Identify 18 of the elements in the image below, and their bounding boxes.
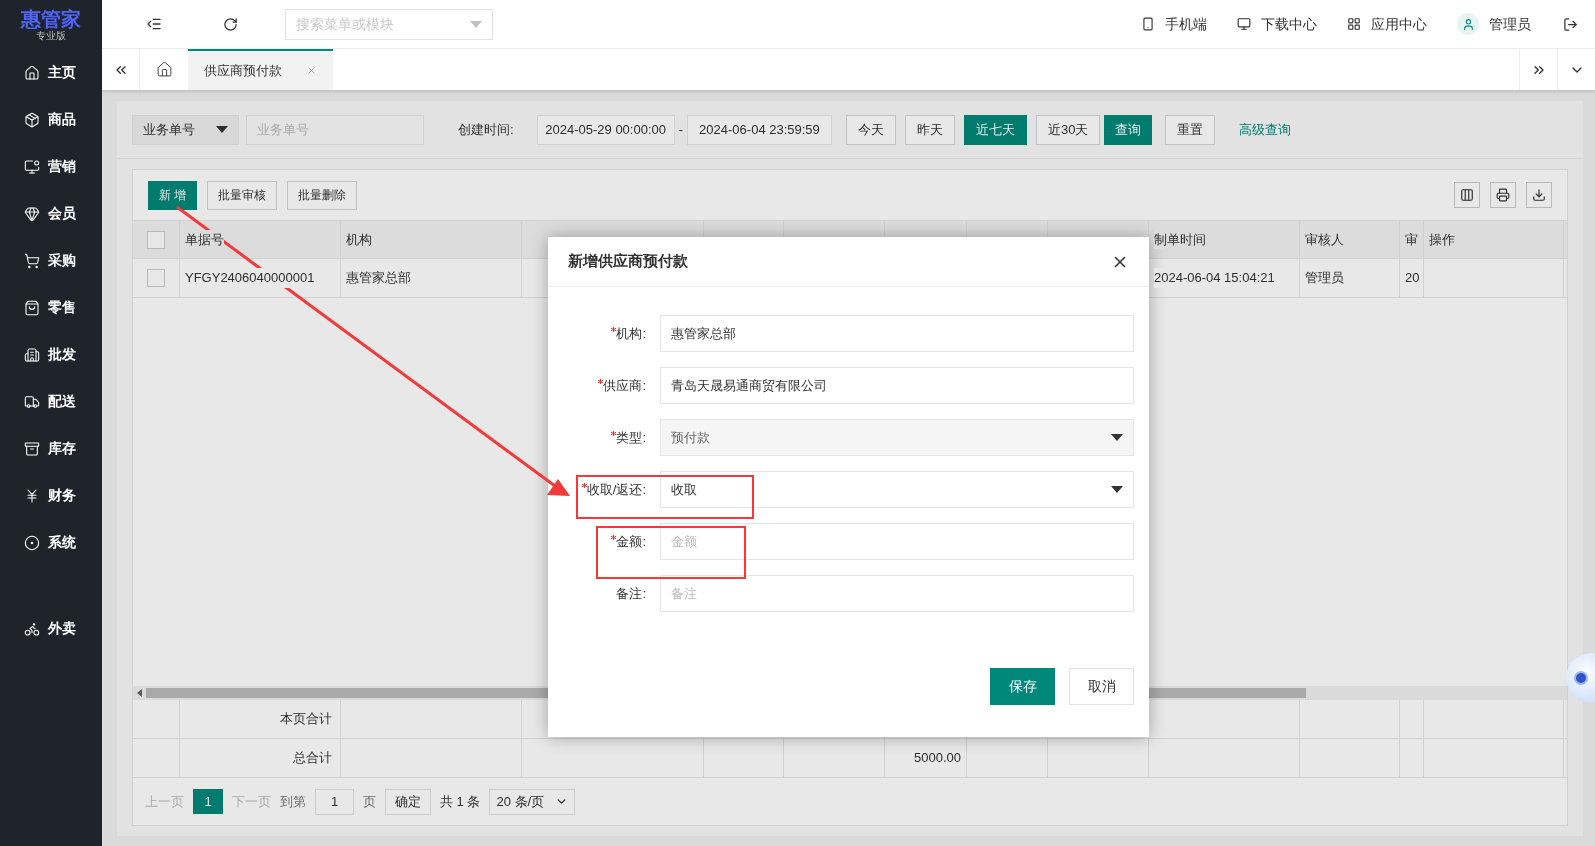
table-cell: YFGY2406040000001 (185, 268, 315, 288)
total-count: 共 1 条 (440, 792, 481, 811)
field-label: 备注: (616, 584, 646, 603)
goto-label: 到第 (280, 792, 306, 811)
total-amount: 5000.00 (914, 749, 961, 768)
field-label: 供应商: (603, 376, 646, 395)
total-label: 总合计 (293, 749, 332, 768)
dialog-title: 新增供应商预付款 (568, 251, 689, 272)
page-unit: 页 (363, 792, 376, 811)
total-label: 本页合计 (280, 710, 332, 729)
field-label: 收取/返还: (586, 480, 646, 499)
logo: 惠管家 (21, 7, 81, 30)
edition-label: 专业版 (36, 29, 66, 42)
field-label: 类型: (616, 428, 646, 447)
field-label: 机构: (616, 324, 646, 343)
field-label: 金额: (616, 532, 646, 551)
date-label: 创建时间: (458, 120, 514, 139)
date-separator: - (678, 120, 683, 139)
